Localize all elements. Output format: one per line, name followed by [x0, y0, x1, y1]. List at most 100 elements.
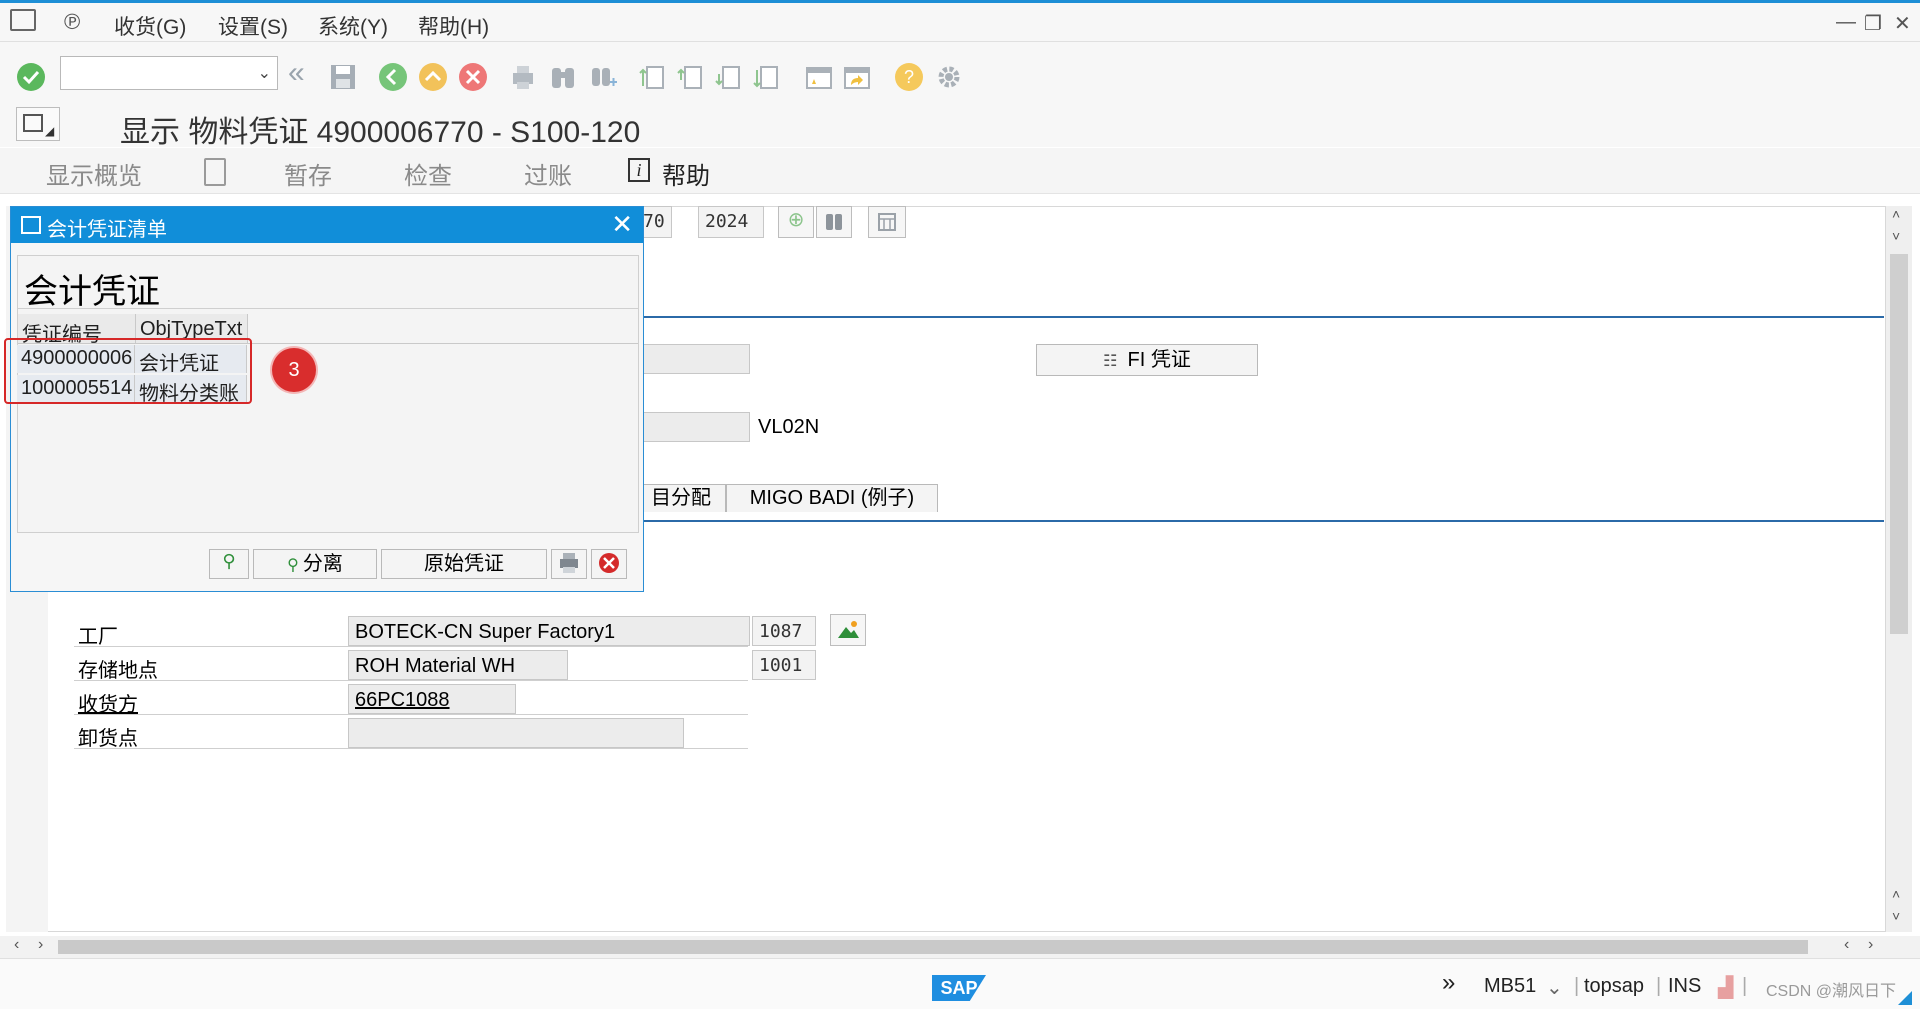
- minimize-icon[interactable]: —: [1836, 11, 1856, 34]
- goods-recipient-field[interactable]: 66PC1088: [348, 684, 516, 714]
- list-heading: 会计凭证: [24, 273, 160, 311]
- binoculars-icon[interactable]: [816, 206, 852, 238]
- status-separator: |: [1574, 975, 1580, 997]
- storage-location-code-field[interactable]: 1001: [752, 650, 816, 680]
- menu-item-system[interactable]: 系统(Y): [318, 11, 388, 41]
- cancel-icon[interactable]: [458, 62, 488, 92]
- vertical-scrollbar[interactable]: ˄ ˅ ˄ ˅: [1886, 206, 1912, 932]
- status-bar: SAP » MB51 ⌄ | topsap | INS ▟ | CSDN @潮风…: [0, 958, 1920, 1009]
- restore-icon[interactable]: ❐: [1864, 11, 1882, 36]
- next-page-icon[interactable]: [714, 62, 744, 92]
- execute-icon[interactable]: ⊕: [778, 206, 814, 238]
- chevron-right-icon[interactable]: ›: [1868, 936, 1873, 954]
- chevron-down-icon[interactable]: ˅: [1892, 908, 1900, 924]
- separate-button[interactable]: ⚲ 分离: [253, 549, 377, 579]
- menu-item-settings[interactable]: 设置(S): [218, 11, 288, 41]
- map-icon[interactable]: [830, 614, 866, 646]
- chevron-down-icon[interactable]: ⌄: [258, 63, 271, 83]
- doc-year-field[interactable]: 2024: [698, 206, 764, 238]
- close-icon[interactable]: ✕: [611, 209, 633, 240]
- dialog-title: 会计凭证清单: [47, 219, 167, 241]
- header-text-field[interactable]: [640, 344, 750, 374]
- svg-text:?: ?: [904, 67, 914, 87]
- chevron-left-icon[interactable]: ‹: [14, 936, 19, 954]
- unloading-point-label: 卸货点: [78, 728, 138, 750]
- hold-button[interactable]: 暂存: [284, 156, 332, 191]
- customize-layout-icon[interactable]: ℗: [64, 9, 80, 35]
- storage-location-name-field[interactable]: ROH Material WH: [348, 650, 568, 680]
- chevron-up-icon[interactable]: ˄: [1892, 886, 1900, 902]
- chevron-down-icon[interactable]: ⌄: [1546, 975, 1563, 1000]
- double-right-icon[interactable]: »: [1442, 969, 1455, 997]
- choose-button[interactable]: ⚲: [209, 549, 249, 579]
- row-separator: [74, 714, 748, 715]
- prev-page-icon[interactable]: [676, 62, 706, 92]
- double-left-icon[interactable]: «: [288, 56, 305, 90]
- delivery-field[interactable]: [640, 412, 750, 442]
- plant-code-field[interactable]: 1087: [752, 616, 816, 646]
- chevron-up-icon[interactable]: ˄: [1892, 206, 1900, 222]
- horizontal-scroll-thumb[interactable]: [58, 940, 1808, 954]
- magnifier-icon: ⚲: [287, 557, 299, 574]
- last-page-icon[interactable]: [752, 62, 782, 92]
- heading-divider: [18, 308, 638, 309]
- check-button[interactable]: 检查: [404, 156, 452, 191]
- exit-icon[interactable]: [418, 62, 448, 92]
- resize-grip-icon[interactable]: [1898, 991, 1912, 1005]
- performance-icon[interactable]: ▟: [1718, 975, 1733, 1000]
- window-menu-icon[interactable]: [10, 9, 36, 31]
- vl02n-label: VL02N: [758, 416, 820, 438]
- print-button[interactable]: [551, 549, 587, 579]
- original-document-button[interactable]: 原始凭证: [381, 549, 547, 579]
- standard-toolbar: ⌄ « ?: [0, 42, 1920, 112]
- back-icon[interactable]: [378, 62, 408, 92]
- close-window-icon[interactable]: ✕: [1894, 11, 1911, 36]
- watermark-text: CSDN @潮风日下: [1766, 983, 1897, 1000]
- chevron-left-icon[interactable]: ‹: [1844, 936, 1849, 954]
- plant-label: 工厂: [78, 626, 118, 648]
- tab-migo-badi[interactable]: MIGO BADI (例子): [726, 484, 938, 512]
- menu-item-receive[interactable]: 收货(G): [114, 11, 186, 41]
- cancel-button[interactable]: [591, 549, 627, 579]
- chevron-right-icon[interactable]: ›: [38, 936, 43, 954]
- new-session-icon[interactable]: [804, 62, 834, 92]
- unloading-point-field[interactable]: [348, 718, 684, 748]
- sap-logo-icon: SAP: [932, 975, 986, 1001]
- command-input[interactable]: [61, 57, 249, 89]
- overview-button[interactable]: 显示概览: [46, 156, 142, 191]
- horizontal-scrollbar[interactable]: ‹ › ‹ ›: [0, 936, 1920, 958]
- tcode-label[interactable]: MB51: [1484, 975, 1536, 998]
- expand-toolbar-icon[interactable]: ◢: [16, 107, 60, 141]
- post-button[interactable]: 过账: [524, 156, 572, 191]
- print-icon[interactable]: [508, 62, 538, 92]
- help-icon[interactable]: ?: [894, 62, 924, 92]
- chevron-down-icon[interactable]: ˅: [1892, 228, 1900, 244]
- first-page-icon[interactable]: [638, 62, 668, 92]
- save-icon[interactable]: [328, 62, 358, 92]
- server-label: topsap: [1584, 975, 1645, 997]
- help-button[interactable]: 帮助: [662, 156, 710, 191]
- menu-bar: ℗ 收货(G) 设置(S) 系统(Y) 帮助(H) — ❐ ✕: [0, 3, 1920, 42]
- find-icon[interactable]: [548, 62, 578, 92]
- shortcut-icon[interactable]: [842, 62, 872, 92]
- insert-mode-label: INS: [1668, 975, 1702, 997]
- title-bar: ◢ 显示 物料凭证 4900006770 - S100-120: [0, 105, 1920, 149]
- enter-check-icon[interactable]: [16, 62, 46, 92]
- calendar-icon[interactable]: [868, 206, 906, 238]
- settings-gear-icon[interactable]: [934, 62, 964, 92]
- document-icon[interactable]: [204, 158, 226, 186]
- plant-name-field[interactable]: BOTECK-CN Super Factory1: [348, 616, 750, 646]
- info-icon[interactable]: i: [628, 158, 650, 182]
- row-separator: [74, 680, 748, 681]
- storage-location-label: 存储地点: [78, 660, 158, 682]
- list-icon: ☷: [1103, 353, 1118, 370]
- magnifier-icon: ⚲: [222, 551, 236, 571]
- vertical-scroll-thumb[interactable]: [1890, 254, 1908, 634]
- command-field[interactable]: ⌄: [60, 56, 278, 90]
- find-next-icon[interactable]: [588, 62, 618, 92]
- goods-recipient-label[interactable]: 收货方: [78, 688, 138, 717]
- fi-document-button[interactable]: ☷ FI 凭证: [1036, 344, 1258, 376]
- tab-account-assignment[interactable]: 目分配: [636, 484, 726, 512]
- menu-item-help[interactable]: 帮助(H): [418, 11, 489, 41]
- row-separator: [74, 646, 748, 647]
